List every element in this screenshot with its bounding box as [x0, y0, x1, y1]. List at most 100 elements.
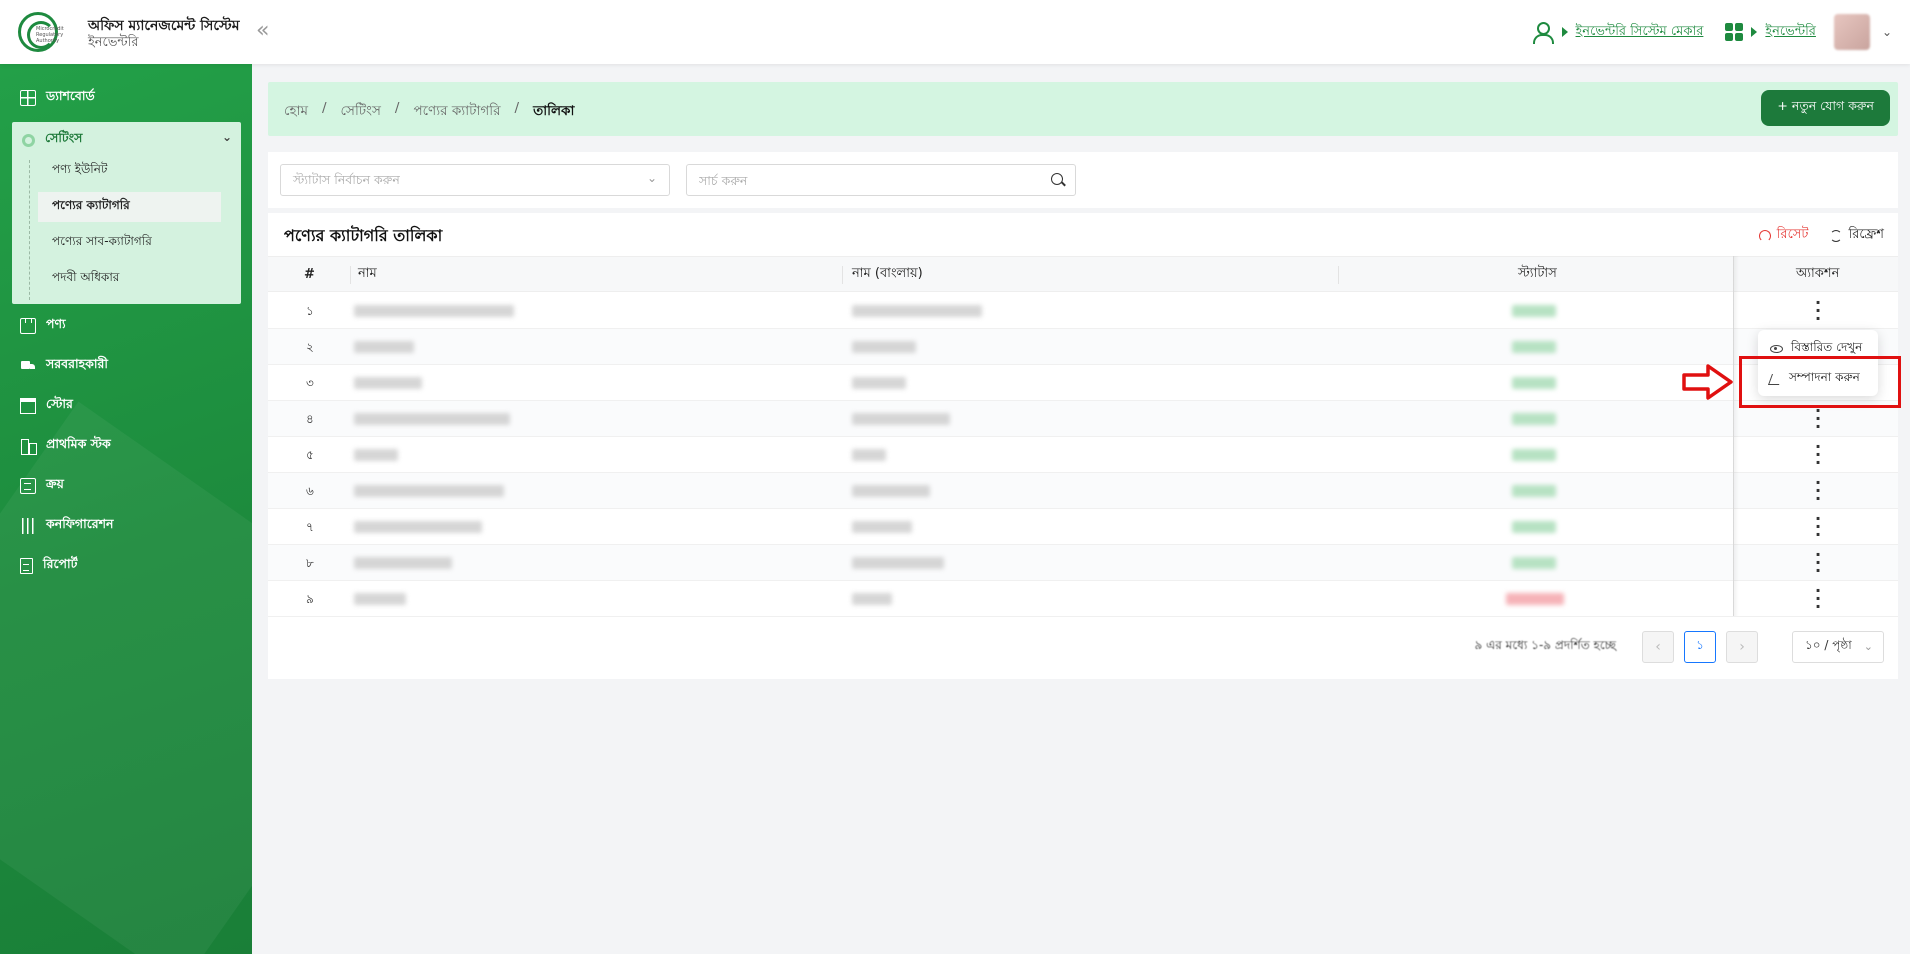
row-name-bn-redacted	[852, 305, 982, 317]
row-index: ৫	[306, 448, 314, 462]
refresh-icon	[1830, 229, 1843, 242]
sidebar-item-settings[interactable]: সেটিংস ⌄	[22, 128, 232, 152]
row-status-badge	[1512, 305, 1556, 317]
row-name-bn-redacted	[852, 521, 912, 533]
column-header-name: নাম	[358, 266, 377, 281]
role-link[interactable]: ইনভেন্টরি সিস্টেম মেকার	[1576, 22, 1704, 43]
sidebar-item-label: কনফিগারেশন	[46, 516, 114, 531]
row-name-bn-redacted	[852, 485, 930, 497]
module-link[interactable]: ইনভেন্টরি	[1765, 22, 1816, 43]
search-input[interactable]	[687, 165, 1027, 195]
row-index: ৯	[306, 592, 314, 606]
row-action-menu-icon[interactable]: · · ·	[1812, 583, 1824, 615]
sidebar-item-dashboard[interactable]: ড্যাশবোর্ড	[20, 86, 95, 110]
chevron-down-icon[interactable]: ⌄	[1882, 25, 1892, 39]
row-name-bn-redacted	[852, 341, 916, 353]
table-row: ২	[268, 329, 1898, 365]
sidebar-item-store[interactable]: স্টোর	[20, 394, 73, 418]
sidebar-item-initial-stock[interactable]: প্রাথমিক স্টক	[20, 434, 111, 458]
sidebar-subitem-product-unit[interactable]: পণ্য ইউনিট	[38, 156, 221, 186]
row-index: ৬	[306, 484, 314, 498]
row-name-redacted	[354, 377, 422, 389]
breadcrumb-category[interactable]: পণ্যের ক্যাটাগরি	[413, 100, 500, 123]
row-status-badge	[1512, 341, 1556, 353]
column-separator	[842, 266, 843, 284]
sidebar-item-label: রিপোর্ট	[43, 556, 78, 571]
sidebar-item-supplier[interactable]: সরবরাহকারী	[20, 354, 108, 378]
next-page-button[interactable]: ›	[1726, 631, 1758, 663]
breadcrumb-separator: /	[514, 100, 520, 116]
row-status-badge	[1512, 485, 1556, 497]
sidebar-item-label: পণ্য	[46, 316, 66, 331]
row-action-menu-icon[interactable]: · · ·	[1812, 439, 1824, 471]
row-name-redacted	[354, 449, 398, 461]
row-index: ৩	[306, 376, 314, 390]
page-size-select[interactable]: ১০ / পৃষ্ঠা ⌄	[1792, 631, 1884, 663]
table-row: ৫ · · ·	[268, 437, 1898, 473]
breadcrumb-settings[interactable]: সেটিংস	[341, 100, 381, 123]
page-number-button[interactable]: ১	[1684, 631, 1716, 663]
pagination-info: ৯ এর মধ্যে ১-৯ প্রদর্শিত হচ্ছে	[1474, 638, 1616, 652]
row-action-menu-icon[interactable]: · · ·	[1812, 403, 1824, 435]
column-header-action: অ্যাকশন	[1796, 266, 1840, 281]
column-separator	[1338, 266, 1339, 284]
view-details-label: বিস্তারিত দেখুন	[1791, 340, 1863, 354]
table-header: # নাম নাম (বাংলায়) স্ট্যাটাস অ্যাকশন	[268, 256, 1898, 292]
row-action-menu-icon[interactable]: · · ·	[1812, 475, 1824, 507]
breadcrumb-home[interactable]: হোম	[284, 100, 308, 123]
search-icon[interactable]	[1051, 173, 1063, 185]
search-box	[686, 164, 1076, 196]
sidebar-item-report[interactable]: রিপোর্ট	[20, 554, 77, 578]
triangle-right-icon	[1751, 27, 1758, 37]
reset-label: রিসেট	[1776, 227, 1809, 242]
sidebar-item-product[interactable]: পণ্য	[20, 314, 66, 338]
sidebar-subitem-designation-rights[interactable]: পদবী অধিকার	[38, 264, 221, 294]
store-icon	[20, 398, 36, 414]
view-details-menu-item[interactable]: বিস্তারিত দেখুন	[1758, 334, 1878, 364]
row-index: ৪	[306, 412, 314, 426]
row-index: ২	[306, 340, 314, 354]
reset-button[interactable]: রিসেট	[1758, 225, 1809, 246]
edit-menu-item[interactable]: সম্পাদনা করুন	[1758, 364, 1878, 394]
table-row: ৬ · · ·	[268, 473, 1898, 509]
row-action-menu-icon[interactable]: · · ·	[1812, 295, 1824, 327]
row-status-badge	[1512, 557, 1556, 569]
eye-icon	[1770, 345, 1783, 353]
breadcrumb-separator: /	[394, 100, 400, 116]
prev-page-button[interactable]: ‹	[1642, 631, 1674, 663]
row-action-menu-icon[interactable]: · · ·	[1812, 547, 1824, 579]
add-new-button[interactable]: + নতুন যোগ করুন	[1761, 90, 1890, 126]
sidebar-item-purchase[interactable]: ক্রয়	[20, 474, 64, 498]
sidebar-item-label: সরবরাহকারী	[46, 356, 108, 371]
settings-group: সেটিংস ⌄ পণ্য ইউনিট পণ্যের ক্যাটাগরি পণ্…	[12, 122, 241, 304]
user-role-icon	[1532, 21, 1554, 44]
status-select[interactable]: স্ট্যাটাস নির্বাচন করুন ⌄	[280, 164, 670, 196]
row-name-redacted	[354, 593, 406, 605]
chevron-down-icon: ⌄	[221, 130, 232, 144]
row-status-badge	[1512, 449, 1556, 461]
top-header: Microcredit Regulatory Authority অফিস ম্…	[0, 0, 1910, 64]
row-name-redacted	[354, 485, 504, 497]
sidebar-subitem-product-category[interactable]: পণ্যের ক্যাটাগরি	[38, 192, 221, 222]
user-avatar[interactable]	[1833, 14, 1870, 50]
report-icon	[20, 558, 33, 574]
row-name-bn-redacted	[852, 593, 892, 605]
row-action-menu-icon[interactable]: · · ·	[1812, 511, 1824, 543]
row-index: ১	[306, 304, 314, 318]
app-subtitle: ইনভেন্টরি	[88, 35, 139, 50]
sidebar-subitem-product-subcategory[interactable]: পণ্যের সাব-ক্যাটাগরি	[38, 228, 221, 258]
sidebar-item-configuration[interactable]: কনফিগারেশন	[20, 514, 114, 538]
sidebar-collapse-icon[interactable]: «	[256, 18, 269, 43]
purchase-icon	[20, 478, 36, 494]
box-icon	[20, 318, 36, 334]
table-row: ৭ · · ·	[268, 509, 1898, 545]
header-right: ইনভেন্টরি সিস্টেম মেকার ইনভেন্টরি ⌄	[1532, 14, 1892, 50]
logo-text: Microcredit Regulatory Authority	[36, 26, 64, 44]
gear-icon	[22, 133, 35, 147]
submenu-guide-line	[29, 160, 30, 300]
refresh-button[interactable]: রিফ্রেশ	[1830, 225, 1884, 246]
sidebar-item-label: ক্রয়	[46, 476, 64, 491]
highlight-arrow-icon	[1682, 364, 1733, 400]
row-index: ৭	[306, 520, 314, 534]
row-name-bn-redacted	[852, 449, 886, 461]
